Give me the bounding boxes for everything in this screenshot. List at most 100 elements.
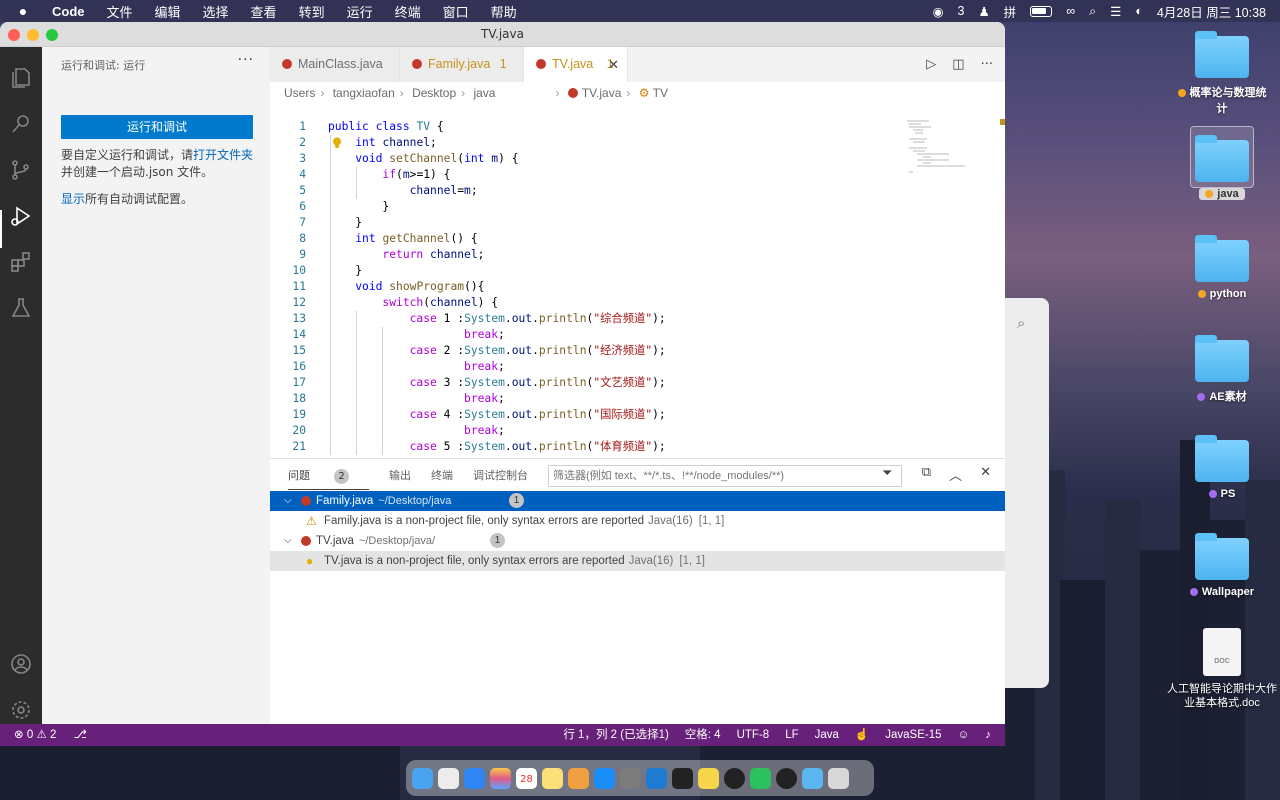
desktop-folder-ae[interactable]: AE素材 — [1176, 335, 1268, 404]
finder-dock-icon[interactable] — [412, 767, 433, 789]
problem-group-family[interactable]: ⌵ Family.java ~/Desktop/java 1 — [270, 491, 1005, 511]
close-window-button[interactable] — [8, 29, 20, 41]
run-and-debug-icon[interactable] — [8, 203, 34, 229]
status-java-version[interactable]: JavaSE-15 — [885, 724, 941, 746]
stickies-dock-icon[interactable] — [698, 767, 719, 789]
menu-edit[interactable]: 编辑 — [155, 2, 181, 21]
vscode-dock-icon[interactable] — [646, 767, 667, 789]
explorer-icon[interactable] — [8, 65, 34, 91]
split-editor-icon[interactable]: ◫ — [952, 57, 964, 72]
qq-dock-icon[interactable] — [724, 767, 745, 789]
notifications-bell-icon[interactable]: ♪ — [985, 724, 991, 746]
terminal-dock-icon[interactable] — [672, 767, 693, 789]
desktop-folder-probability[interactable]: 概率论与数理统计 — [1176, 31, 1268, 116]
qq-dock-icon-2[interactable] — [776, 767, 797, 789]
apple-menu-icon[interactable]: ● — [16, 3, 30, 19]
minimize-window-button[interactable] — [27, 29, 39, 41]
feedback-icon[interactable]: ☺ — [958, 724, 970, 746]
control-center-icon[interactable]: ☰ — [1110, 4, 1121, 19]
app-store-dock-icon[interactable] — [594, 767, 615, 789]
problem-item-family[interactable]: ⚠ Family.java is a non-project file, onl… — [270, 511, 1005, 531]
wechat-dock-icon[interactable] — [750, 767, 771, 789]
pages-dock-icon[interactable] — [568, 767, 589, 789]
system-preferences-dock-icon[interactable] — [620, 767, 641, 789]
accounts-icon[interactable] — [8, 651, 34, 677]
run-file-icon[interactable]: ▷ — [926, 57, 936, 72]
menubar-clock[interactable]: 4月28日 周三 10:38 — [1157, 2, 1266, 21]
source-control-icon[interactable] — [8, 157, 34, 183]
battery-icon[interactable] — [1030, 5, 1053, 17]
problem-item-tv[interactable]: ● TV.java is a non-project file, only sy… — [270, 551, 1005, 571]
siri-icon[interactable]: ◐ — [1135, 4, 1143, 18]
calendar-dock-icon[interactable]: 28 — [516, 767, 537, 789]
show-link[interactable]: 显示 — [61, 192, 85, 206]
tab-debug-console[interactable]: 调试控制台 — [473, 467, 528, 483]
minimap[interactable] — [905, 119, 1005, 179]
breadcrumb-item[interactable]: Desktop — [412, 86, 456, 100]
launchpad-dock-icon[interactable] — [438, 767, 459, 789]
extensions-icon[interactable] — [8, 249, 34, 275]
filter-funnel-icon[interactable]: ⏷ — [882, 466, 892, 481]
background-finder-window[interactable]: ⌕ — [1005, 298, 1049, 688]
close-panel-icon[interactable]: ✕ — [980, 465, 991, 484]
breadcrumb-item[interactable]: java — [473, 86, 495, 100]
status-indentation[interactable]: 空格: 4 — [685, 724, 721, 746]
desktop-folder-java[interactable]: java — [1176, 135, 1268, 200]
testing-flask-icon[interactable] — [8, 295, 34, 321]
tab-family[interactable]: Family.java 1 — [400, 47, 524, 82]
desktop-folder-wallpaper[interactable]: Wallpaper — [1176, 533, 1268, 598]
status-cursor-position[interactable]: 行 1，列 2 (已选择1) — [563, 724, 668, 746]
menu-selection[interactable]: 选择 — [203, 2, 229, 21]
java-status-icon[interactable]: ☝ — [855, 724, 869, 746]
menu-terminal[interactable]: 终端 — [395, 2, 421, 21]
more-actions-icon[interactable]: ··· — [238, 52, 254, 68]
trash-dock-icon[interactable] — [828, 767, 849, 789]
search-icon[interactable]: ⌕ — [1017, 314, 1025, 332]
input-method-indicator[interactable]: 拼 — [1004, 2, 1017, 21]
photos-dock-icon[interactable] — [490, 767, 511, 789]
tab-output[interactable]: 输出 — [389, 467, 411, 483]
remote-debug-icon[interactable]: ⎇ — [74, 729, 87, 741]
zoom-window-button[interactable] — [46, 29, 58, 41]
link-icon[interactable]: ∞ — [1066, 4, 1075, 18]
desktop-doc-file[interactable]: DOC 人工智能导论期中大作业基本格式.doc — [1166, 628, 1278, 710]
tab-mainclass[interactable]: MainClass.java — [270, 47, 400, 82]
downloads-dock-icon[interactable] — [802, 767, 823, 789]
maximize-panel-icon[interactable]: ︿ — [949, 465, 962, 484]
menu-app-name[interactable]: Code — [52, 4, 85, 19]
open-folder-link[interactable]: 打开文件夹 — [193, 148, 253, 162]
status-problems[interactable]: ⊗ 0 ⚠ 2 — [14, 729, 56, 741]
desktop-folder-python[interactable]: python — [1176, 235, 1268, 300]
wechat-menubar-icon[interactable]: ◉ — [933, 4, 944, 19]
notification-bell-icon[interactable]: ♟ — [978, 4, 989, 19]
status-encoding[interactable]: UTF-8 — [737, 724, 770, 746]
lightbulb-icon[interactable] — [332, 137, 342, 149]
tab-terminal[interactable]: 终端 — [431, 467, 453, 483]
notes-dock-icon[interactable] — [542, 767, 563, 789]
status-language[interactable]: Java — [815, 724, 839, 746]
spotlight-search-icon[interactable]: ⌕ — [1089, 4, 1096, 19]
menu-go[interactable]: 转到 — [299, 2, 325, 21]
close-tab-icon[interactable]: ✕ — [608, 47, 619, 82]
menu-window[interactable]: 窗口 — [443, 2, 469, 21]
desktop-folder-ps[interactable]: PS — [1176, 435, 1268, 500]
breadcrumb-file[interactable]: TV.java — [582, 86, 622, 100]
status-eol[interactable]: LF — [785, 724, 798, 746]
code-editor[interactable]: 1 2 3 4 5 6 7 8 9 10 11 12 13 14 15 16 1… — [270, 119, 910, 459]
breadcrumb-item[interactable]: tangxiaofan — [333, 86, 395, 100]
collapse-all-icon[interactable]: ⧉ — [922, 465, 931, 484]
breadcrumb-item[interactable]: Users — [284, 86, 315, 100]
more-actions-icon[interactable]: ··· — [981, 57, 993, 72]
safari-dock-icon[interactable] — [464, 767, 485, 789]
tab-problems[interactable]: 问题 2 — [288, 467, 369, 490]
menu-view[interactable]: 查看 — [251, 2, 277, 21]
settings-gear-icon[interactable] — [8, 697, 34, 723]
menu-help[interactable]: 帮助 — [491, 2, 517, 21]
breadcrumb-symbol[interactable]: TV — [653, 86, 668, 100]
run-and-debug-button[interactable]: 运行和调试 — [61, 115, 253, 139]
problems-filter-input[interactable]: 筛选器(例如 text、**/*.ts、!**/node_modules/**) — [548, 465, 902, 487]
search-icon[interactable] — [8, 111, 34, 137]
problem-group-tv[interactable]: ⌵ TV.java ~/Desktop/java/ 1 — [270, 531, 1005, 551]
menu-file[interactable]: 文件 — [107, 2, 133, 21]
menu-run[interactable]: 运行 — [347, 2, 373, 21]
